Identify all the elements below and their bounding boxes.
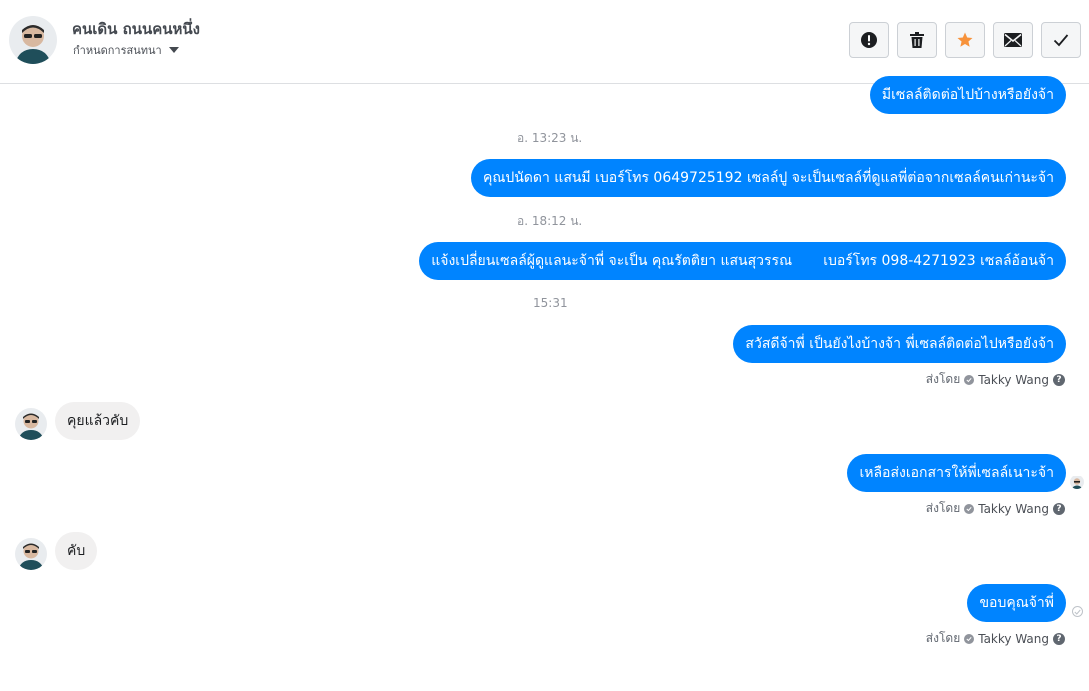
conversation-header: คนเดิน ถนนคนหนึ่ง กำหนดการสนทนา: [0, 0, 1089, 84]
timestamp: 15:31: [533, 296, 568, 310]
message-thread[interactable]: มีเซลล์ติดต่อไปบ้างหรือยังจ้า อ. 13:23 น…: [0, 76, 1089, 691]
sent-by-label: ส่งโดย: [925, 631, 961, 645]
delivered-check-icon: [1072, 606, 1083, 617]
contact-name: คนเดิน ถนนคนหนึ่ง: [72, 20, 200, 38]
trash-icon: [909, 31, 925, 49]
delete-button[interactable]: [897, 22, 937, 58]
sender-name[interactable]: Takky Wang: [978, 373, 1049, 387]
outgoing-message[interactable]: สวัสดีจ้าพี่ เป็นยังไงบ้างจ้า พี่เซลล์ติ…: [733, 325, 1066, 363]
sent-by-info: ส่งโดย Takky Wang ?: [926, 629, 1065, 648]
conversation-toolbar: [849, 22, 1081, 58]
timestamp: อ. 18:12 น.: [517, 214, 583, 228]
help-icon[interactable]: ?: [1053, 373, 1065, 386]
mark-done-button[interactable]: [1041, 22, 1081, 58]
help-icon[interactable]: ?: [1053, 502, 1065, 515]
contact-avatar[interactable]: [9, 16, 57, 64]
timestamp: อ. 13:23 น.: [517, 131, 583, 145]
sender-name[interactable]: Takky Wang: [978, 502, 1049, 516]
contact-avatar[interactable]: [15, 538, 47, 570]
envelope-icon: [1004, 33, 1022, 47]
contact-avatar[interactable]: [15, 408, 47, 440]
verified-check-icon: [964, 633, 975, 644]
verified-check-icon: [964, 374, 975, 385]
sent-by-info: ส่งโดย Takky Wang ?: [926, 370, 1065, 389]
verified-check-icon: [964, 503, 975, 514]
outgoing-message[interactable]: ขอบคุณจ้าพี่: [967, 584, 1066, 622]
checkmark-icon: [1053, 33, 1069, 47]
star-button[interactable]: [945, 22, 985, 58]
sender-name[interactable]: Takky Wang: [978, 632, 1049, 646]
outgoing-message[interactable]: แจ้งเปลี่ยนเซลล์ผู้ดูแลนะจ้าพี่ จะเป็น ค…: [419, 242, 1066, 280]
outgoing-message[interactable]: มีเซลล์ติดต่อไปบ้างหรือยังจ้า: [869, 76, 1066, 114]
mark-spam-button[interactable]: [849, 22, 889, 58]
sent-by-info: ส่งโดย Takky Wang ?: [926, 499, 1065, 518]
incoming-message[interactable]: คับ: [55, 532, 98, 570]
assign-conversation-dropdown[interactable]: กำหนดการสนทนา: [73, 41, 179, 59]
outgoing-message[interactable]: เหลือส่งเอกสารให้พี่เซลล์เนาะจ้า: [847, 454, 1066, 492]
alert-circle-icon: [860, 31, 878, 49]
assign-label: กำหนดการสนทนา: [73, 44, 162, 57]
outgoing-message[interactable]: คุณปนัดดา แสนมี เบอร์โทร 0649725192 เซลล…: [470, 159, 1066, 197]
caret-down-icon: [168, 47, 179, 53]
seen-avatar: [1070, 475, 1084, 489]
incoming-message[interactable]: คุยแล้วคับ: [55, 402, 141, 440]
sent-by-label: ส่งโดย: [925, 501, 961, 515]
help-icon[interactable]: ?: [1053, 632, 1065, 645]
star-icon: [956, 31, 974, 49]
mark-unread-button[interactable]: [993, 22, 1033, 58]
sent-by-label: ส่งโดย: [925, 372, 961, 386]
